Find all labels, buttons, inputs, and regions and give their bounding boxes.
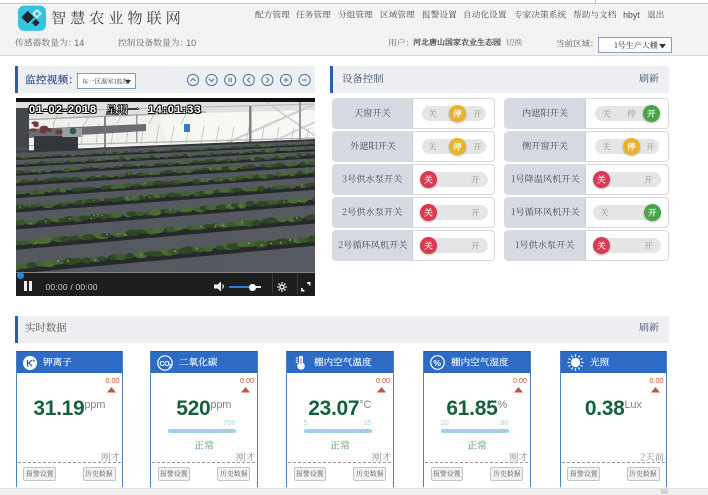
svg-text:%: % xyxy=(433,358,441,368)
svg-text:+: + xyxy=(32,358,35,364)
svg-text:2: 2 xyxy=(169,364,172,370)
